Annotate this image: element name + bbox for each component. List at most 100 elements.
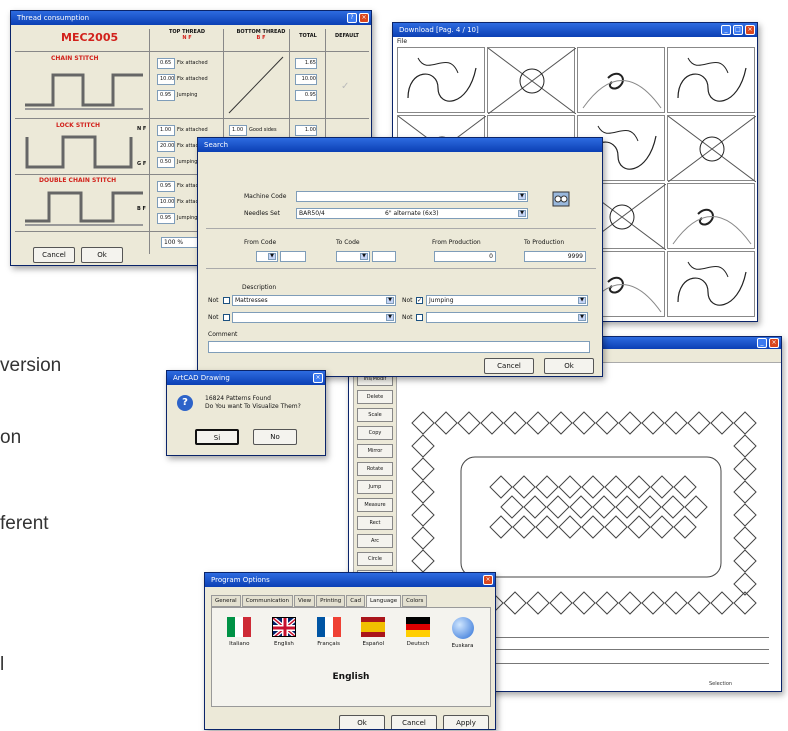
- editor-tool-button[interactable]: Rotate: [357, 462, 393, 476]
- description-select-1[interactable]: Mattresses ▼: [232, 295, 396, 306]
- options-apply-button[interactable]: Apply: [443, 715, 489, 729]
- top-thread-value[interactable]: 10.00: [157, 74, 175, 85]
- chevron-down-icon[interactable]: ▼: [578, 314, 586, 321]
- search-cancel-button[interactable]: Cancel: [484, 358, 534, 374]
- editor-tool-button[interactable]: Arc: [357, 534, 393, 548]
- pattern-thumbnail[interactable]: [667, 251, 755, 317]
- pattern-thumbnail[interactable]: [667, 183, 755, 249]
- pattern-thumbnail[interactable]: [667, 115, 757, 183]
- search-binoculars-icon[interactable]: [550, 188, 572, 210]
- not-label-4: Not: [402, 314, 413, 321]
- options-cancel-button[interactable]: Cancel: [391, 715, 437, 729]
- language-option[interactable]: Español: [354, 617, 392, 657]
- comment-input[interactable]: [208, 341, 590, 353]
- help-icon[interactable]: ?: [347, 13, 357, 23]
- description-select-2[interactable]: Jumping ▼: [426, 295, 588, 306]
- col-top-header: TOP THREAD N F: [169, 29, 205, 41]
- gf-label: G F: [137, 161, 147, 167]
- language-option[interactable]: English: [265, 617, 303, 657]
- editor-tool-button[interactable]: Copy: [357, 426, 393, 440]
- maximize-icon[interactable]: □: [733, 25, 743, 35]
- minimize-icon[interactable]: _: [721, 25, 731, 35]
- bottom-thread-value[interactable]: 1.00: [229, 125, 247, 136]
- total-value[interactable]: 1.00: [295, 125, 317, 136]
- top-thread-value[interactable]: 20.00: [157, 141, 175, 152]
- language-flags: Italiano English Français Español Deutsch Eus…: [217, 617, 485, 657]
- options-tab[interactable]: Cad: [346, 595, 365, 607]
- not-checkbox-2[interactable]: ✓: [416, 297, 423, 304]
- language-option[interactable]: Italiano: [220, 617, 258, 657]
- chevron-down-icon[interactable]: ▼: [386, 314, 394, 321]
- search-ok-button[interactable]: Ok: [544, 358, 594, 374]
- language-option[interactable]: Français: [310, 617, 348, 657]
- to-code-input[interactable]: [372, 251, 396, 262]
- editor-tool-button[interactable]: Circle: [357, 552, 393, 566]
- language-label: Español: [362, 641, 385, 647]
- options-tab[interactable]: General: [211, 595, 241, 607]
- double-chain-label: DOUBLE CHAIN STITCH: [39, 177, 117, 184]
- not-checkbox-3[interactable]: [223, 314, 230, 321]
- pattern-thumbnail[interactable]: [577, 47, 665, 113]
- options-tab[interactable]: Communication: [241, 595, 294, 607]
- close-icon[interactable]: ×: [745, 25, 755, 35]
- top-thread-value[interactable]: 10.00: [157, 197, 175, 208]
- top-thread-value[interactable]: 0.95: [157, 213, 175, 224]
- chevron-down-icon[interactable]: ▼: [518, 193, 526, 200]
- to-code-select[interactable]: ▼: [336, 251, 370, 262]
- options-ok-button[interactable]: Ok: [339, 715, 385, 729]
- total-value[interactable]: 0.95: [295, 90, 317, 101]
- message-yes-button[interactable]: Si: [195, 429, 239, 445]
- top-thread-value[interactable]: 0.95: [157, 181, 175, 192]
- options-tab[interactable]: Colors: [402, 595, 428, 607]
- options-tab[interactable]: View: [294, 595, 316, 607]
- description-select-3[interactable]: ▼: [232, 312, 396, 323]
- close-icon[interactable]: ×: [483, 575, 493, 585]
- chevron-down-icon[interactable]: ▼: [268, 253, 276, 260]
- chevron-down-icon[interactable]: ▼: [360, 253, 368, 260]
- pattern-thumbnail[interactable]: [487, 47, 577, 115]
- from-code-input[interactable]: [280, 251, 306, 262]
- description-select-4[interactable]: ▼: [426, 312, 588, 323]
- from-production-input[interactable]: 0: [434, 251, 496, 262]
- top-thread-value[interactable]: 1.00: [157, 125, 175, 136]
- editor-tool-button[interactable]: Rect: [357, 516, 393, 530]
- chevron-down-icon[interactable]: ▼: [386, 297, 394, 304]
- message-no-button[interactable]: No: [253, 429, 297, 445]
- top-thread-value[interactable]: 0.50: [157, 157, 175, 168]
- language-option[interactable]: Euskara: [444, 617, 482, 657]
- from-code-select[interactable]: ▼: [256, 251, 278, 262]
- editor-tool-button[interactable]: Scale: [357, 408, 393, 422]
- needles-set-label: Needles Set: [244, 210, 280, 217]
- pattern-thumbnail[interactable]: [667, 47, 755, 113]
- language-option[interactable]: Deutsch: [399, 617, 437, 657]
- top-thread-value[interactable]: 0.95: [157, 90, 175, 101]
- options-tab[interactable]: Printing: [316, 595, 346, 607]
- grid-line: [15, 51, 369, 52]
- editor-tool-button[interactable]: Delete: [357, 390, 393, 404]
- machine-code-select[interactable]: ▼: [296, 191, 528, 202]
- minimize-icon[interactable]: _: [757, 338, 767, 348]
- background-text-2: on: [0, 427, 22, 448]
- close-icon[interactable]: ×: [769, 338, 779, 348]
- editor-tool-button[interactable]: Jump: [357, 480, 393, 494]
- top-thread-value[interactable]: 0.65: [157, 58, 175, 69]
- pattern-thumbnail[interactable]: [397, 47, 485, 113]
- thread-ok-button[interactable]: Ok: [81, 247, 123, 263]
- options-tab[interactable]: Language: [365, 595, 402, 607]
- editor-tool-button[interactable]: Mirror: [357, 444, 393, 458]
- total-value[interactable]: 1.65: [295, 58, 317, 69]
- patterns-menu-file[interactable]: File: [397, 38, 407, 45]
- not-checkbox-4[interactable]: [416, 314, 423, 321]
- total-value[interactable]: 10.00: [295, 74, 317, 85]
- close-icon[interactable]: ×: [313, 373, 323, 383]
- not-checkbox-1[interactable]: [223, 297, 230, 304]
- to-production-input[interactable]: 9999: [524, 251, 586, 262]
- from-code-label: From Code: [244, 239, 277, 246]
- chevron-down-icon[interactable]: ▼: [518, 210, 526, 217]
- editor-tool-button[interactable]: Measure: [357, 498, 393, 512]
- close-icon[interactable]: ×: [359, 13, 369, 23]
- chevron-down-icon[interactable]: ▼: [578, 297, 586, 304]
- thread-cancel-button[interactable]: Cancel: [33, 247, 75, 263]
- not-label-2: Not: [402, 297, 413, 304]
- needles-set-select[interactable]: BAR50/4 6" alternate (6x3) ▼: [296, 208, 528, 219]
